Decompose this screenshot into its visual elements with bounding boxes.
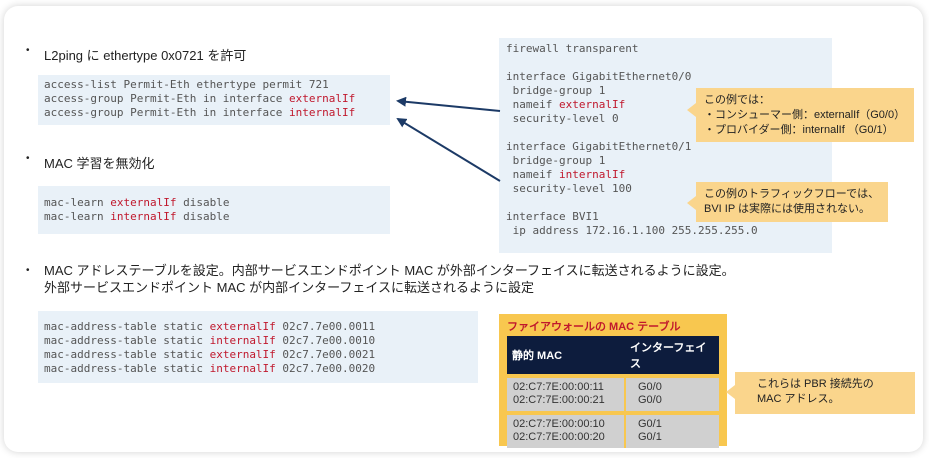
iface-cell: G0/1 G0/1 (624, 411, 719, 448)
column-header: 静的 MAC (507, 336, 625, 376)
mac-cell: 02:C7:7E:00:00:11 02:C7:7E:00:00:21 (507, 374, 625, 413)
callout-tail (687, 103, 696, 117)
callout-tail (726, 385, 735, 399)
iface-value: G0/0 (638, 381, 662, 393)
callout-line: ・コンシューマー側：externalIf（G0/0） (704, 109, 906, 121)
iface-value: G0/1 (638, 431, 662, 443)
mac-value: 02:C7:7E:00:00:10 (513, 418, 605, 430)
callout-line: これらは PBR 接続先の (757, 378, 874, 390)
table-row: 02:C7:7E:00:00:11 02:C7:7E:00:00:21 G0/0… (507, 374, 719, 413)
iface-cell: G0/0 G0/0 (624, 374, 719, 413)
callout-consumer-provider: この例では： ・コンシューマー側：externalIf（G0/0） ・プロバイダ… (696, 88, 914, 142)
callout-line: ・プロバイダー側：internalIf （G0/1） (704, 124, 894, 136)
iface-value: G0/0 (638, 394, 662, 406)
table-header-row: 静的 MAC インターフェイス (507, 336, 719, 376)
arrow-internal (396, 117, 501, 182)
mac-table-title: ファイアウォールの MAC テーブル (507, 321, 681, 333)
arrow-external (396, 96, 501, 112)
callout-pbr-mac: これらは PBR 接続先の MAC アドレス。 (735, 372, 915, 414)
callout-tail (687, 196, 696, 210)
callout-line: MAC アドレス。 (757, 393, 840, 405)
mac-value: 02:C7:7E:00:00:11 (513, 381, 604, 393)
mac-value: 02:C7:7E:00:00:20 (513, 431, 605, 443)
callout-line: この例では： (704, 94, 770, 106)
mac-table: 静的 MAC インターフェイス 02:C7:7E:00:00:11 02:C7:… (507, 336, 719, 448)
mac-cell: 02:C7:7E:00:00:10 02:C7:7E:00:00:20 (507, 411, 625, 448)
mac-table-panel: ファイアウォールの MAC テーブル 静的 MAC インターフェイス 02:C7… (499, 314, 727, 448)
table-row: 02:C7:7E:00:00:10 02:C7:7E:00:00:20 G0/1… (507, 411, 719, 448)
mac-value: 02:C7:7E:00:00:21 (513, 394, 605, 406)
callout-bvi-ip: この例のトラフィックフローでは、 BVI IP は実際には使用されない。 (696, 182, 888, 222)
callout-line: この例のトラフィックフローでは、 (704, 188, 880, 200)
callout-line: BVI IP は実際には使用されない。 (704, 203, 871, 215)
iface-value: G0/1 (638, 418, 662, 430)
column-header: インターフェイス (625, 336, 719, 376)
